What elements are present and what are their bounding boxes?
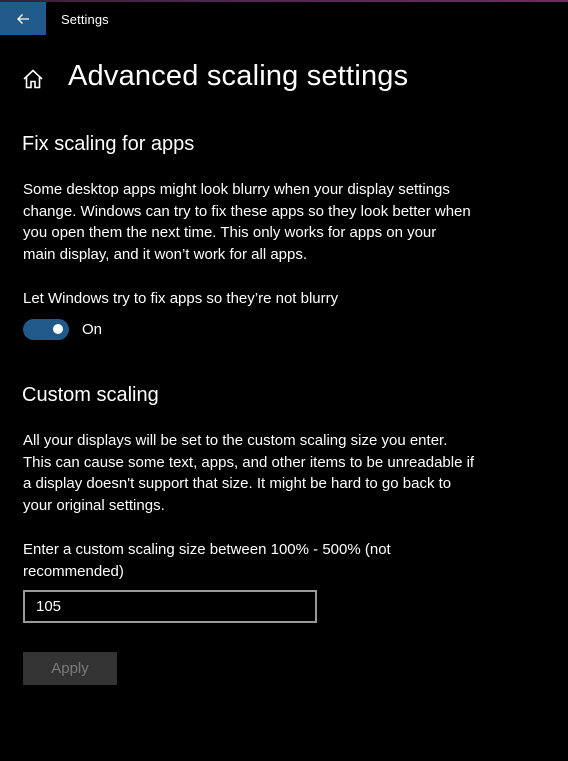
custom-scaling-heading: Custom scaling bbox=[22, 384, 159, 406]
description-line: This can cause some text, apps, and othe… bbox=[23, 453, 475, 471]
input-label-line: Enter a custom scaling size between 100%… bbox=[23, 541, 391, 558]
page-title: Advanced scaling settings bbox=[68, 60, 409, 92]
title-bar: Settings bbox=[0, 2, 568, 35]
fix-apps-toggle-label: Let Windows try to fix apps so they’re n… bbox=[23, 290, 339, 307]
fix-apps-toggle[interactable] bbox=[23, 319, 69, 340]
apply-button[interactable]: Apply bbox=[23, 652, 117, 685]
custom-scaling-description: All your displays will be set to the cus… bbox=[23, 430, 503, 516]
description-line: a display doesn't support that size. It … bbox=[23, 475, 452, 492]
settings-window: Settings Advanced scaling settings Fix s… bbox=[0, 0, 568, 761]
description-line: you open them the next time. This only w… bbox=[23, 224, 437, 241]
back-button[interactable] bbox=[0, 2, 46, 35]
home-icon[interactable] bbox=[22, 68, 44, 90]
input-label-line: recommended) bbox=[23, 562, 124, 580]
description-line: main display, and it won’t work for all … bbox=[23, 245, 308, 263]
description-line: change. Windows can try to fix these app… bbox=[23, 202, 471, 220]
fix-scaling-description: Some desktop apps might look blurry when… bbox=[23, 179, 503, 265]
description-line: All your displays will be set to the cus… bbox=[23, 432, 448, 449]
back-arrow-icon bbox=[17, 13, 29, 24]
window-title: Settings bbox=[61, 12, 109, 27]
toggle-state-text: On bbox=[82, 321, 103, 338]
toggle-knob bbox=[53, 324, 63, 334]
fix-scaling-heading: Fix scaling for apps bbox=[22, 133, 195, 155]
description-line: Some desktop apps might look blurry when… bbox=[23, 181, 450, 198]
custom-scaling-input-label: Enter a custom scaling size between 100%… bbox=[23, 539, 391, 582]
custom-scaling-input[interactable] bbox=[23, 590, 317, 623]
description-line: your original settings. bbox=[23, 496, 165, 514]
